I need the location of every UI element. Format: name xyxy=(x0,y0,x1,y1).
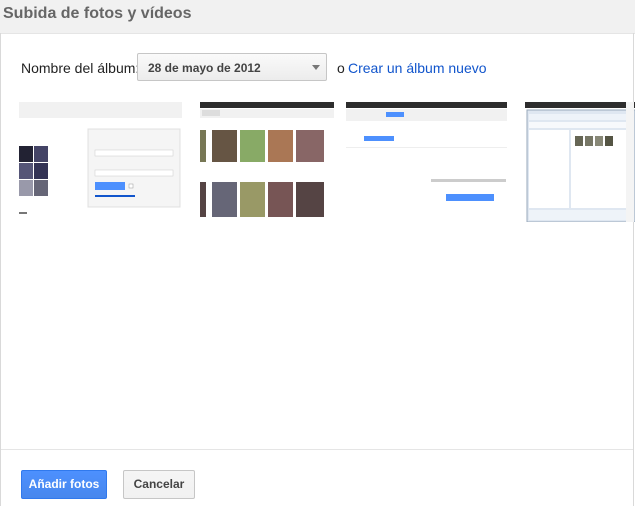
thumbnail-image xyxy=(346,102,507,222)
photo-thumbnail-2[interactable] xyxy=(200,102,334,222)
dialog-title: Subida de fotos y vídeos xyxy=(3,5,192,22)
photo-thumbnail-1[interactable] xyxy=(19,102,182,222)
create-album-link[interactable]: Crear un álbum nuevo xyxy=(348,60,487,76)
thumbnail-image xyxy=(19,102,182,222)
photo-thumbnail-3[interactable] xyxy=(346,102,507,222)
thumbnail-image xyxy=(525,102,635,222)
album-name-label: Nombre del álbum: xyxy=(21,60,140,76)
album-select-value: 28 de mayo de 2012 xyxy=(148,61,261,75)
add-photos-button[interactable]: Añadir fotos xyxy=(21,470,107,499)
or-text: o xyxy=(337,60,345,76)
dialog-titlebar: Subida de fotos y vídeos xyxy=(0,0,635,34)
thumbnail-scrollbar[interactable] xyxy=(626,102,634,222)
album-select[interactable]: 28 de mayo de 2012 xyxy=(137,53,327,81)
photo-thumbnail-4[interactable] xyxy=(525,102,635,222)
footer-divider xyxy=(1,449,633,450)
thumbnail-image xyxy=(200,102,334,222)
chevron-down-icon xyxy=(312,65,320,70)
cancel-button[interactable]: Cancelar xyxy=(123,470,195,499)
